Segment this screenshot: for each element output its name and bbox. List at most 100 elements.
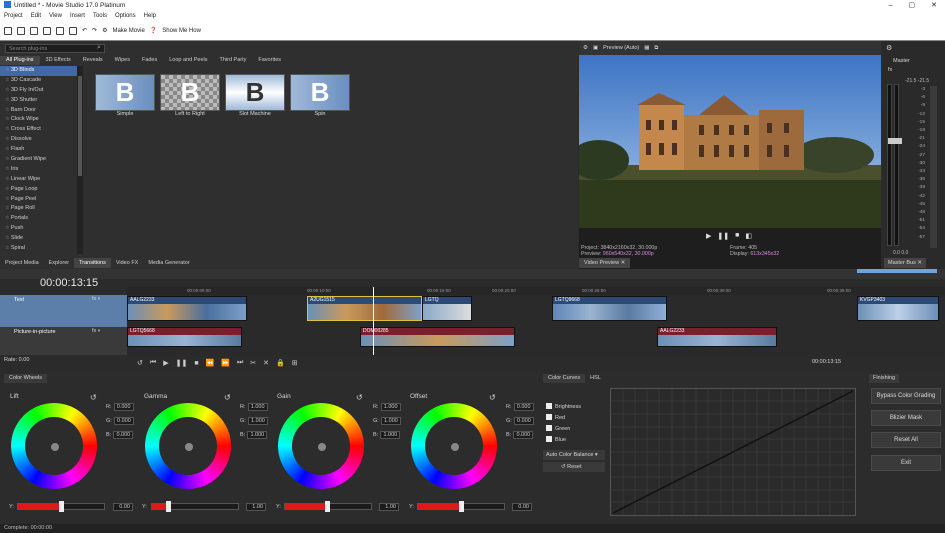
menu-insert[interactable]: Insert — [70, 11, 85, 21]
list-item[interactable]: Linear Wipe — [0, 175, 83, 185]
prev-frame-icon[interactable]: ⏪ — [206, 359, 215, 367]
list-scrollbar[interactable] — [77, 66, 83, 254]
list-item[interactable]: Iris — [0, 165, 83, 175]
curves-reset-button[interactable]: ↺ Reset — [543, 462, 605, 472]
tab-transitions[interactable]: Transitions — [74, 258, 111, 268]
timeline-clip[interactable]: LGTQ9668 — [552, 296, 667, 321]
timeline-clip[interactable]: LGTQ5668 — [127, 327, 242, 347]
rewind-icon[interactable]: ⏮ — [150, 359, 156, 367]
tab-finishing[interactable]: Finishing — [869, 374, 900, 383]
thumb-slot-machine[interactable]: B Slot Machine — [225, 74, 285, 117]
tab-loop-and-peels[interactable]: Loop and Peels — [163, 56, 213, 65]
track-pip-header[interactable]: Picture-in-picture fx ◐ — [0, 327, 127, 355]
close-button[interactable]: ✕ — [931, 0, 937, 11]
split-icon[interactable]: ✂ — [250, 359, 256, 367]
list-item[interactable]: Page Roll — [0, 204, 83, 214]
tab-3d-effects[interactable]: 3D Effects — [40, 56, 77, 65]
tab-master-bus[interactable]: Master Bus ✕ — [884, 258, 926, 268]
menu-view[interactable]: View — [49, 11, 62, 21]
menu-project[interactable]: Project — [4, 11, 23, 21]
menu-options[interactable]: Options — [115, 11, 136, 21]
gamma-y-slider[interactable] — [151, 503, 239, 510]
wheel-handle[interactable] — [51, 443, 59, 451]
exit-button[interactable]: Exit — [871, 455, 941, 471]
list-item[interactable]: 3D Shutter — [0, 96, 83, 106]
slider-handle[interactable] — [459, 501, 464, 512]
slider-handle[interactable] — [325, 501, 330, 512]
list-item[interactable]: Flash — [0, 145, 83, 155]
timeline-clip[interactable]: AALG2233 — [657, 327, 777, 347]
offset-y-value[interactable]: 0.00 — [512, 503, 532, 511]
reset-all-button[interactable]: Reset All — [871, 432, 941, 448]
gamma-y-value[interactable]: 1.00 — [246, 503, 266, 511]
timeline-clip[interactable]: AALG2233 — [127, 296, 247, 321]
lift-y-value[interactable]: 0.00 — [113, 503, 133, 511]
snap-icon[interactable]: ⊞ — [292, 359, 298, 367]
new-project-icon[interactable] — [4, 26, 12, 35]
stop-icon[interactable]: ■ — [735, 232, 739, 240]
list-item[interactable]: Portals — [0, 214, 83, 224]
tab-media-generator[interactable]: Media Generator — [143, 258, 194, 268]
thumb-left-to-right[interactable]: B Left to Right — [160, 74, 220, 117]
list-item[interactable]: Clock Wipe — [0, 115, 83, 125]
timeline-ruler[interactable]: 00:00:05:00 00:00:10:00 00:00:15:00 00:0… — [127, 287, 945, 295]
list-item[interactable]: 3D Fly In/Out — [0, 86, 83, 96]
pause-icon[interactable]: ❚❚ — [176, 359, 188, 367]
tab-video-fx[interactable]: Video FX — [111, 258, 144, 268]
gain-y-value[interactable]: 1.00 — [379, 503, 399, 511]
timeline-clip[interactable]: KVGP3403 — [857, 296, 939, 321]
list-item[interactable]: Page Peel — [0, 195, 83, 205]
playhead[interactable] — [373, 287, 374, 355]
fx-icon[interactable]: fx ◐ — [92, 328, 101, 334]
show-me-how-button[interactable]: Show Me How — [162, 28, 201, 34]
split-screen-icon[interactable]: ▣ — [593, 45, 598, 51]
tab-third-party[interactable]: Third Party — [213, 56, 252, 65]
list-item[interactable]: Push — [0, 224, 83, 234]
tab-wipes[interactable]: Wipes — [109, 56, 136, 65]
pause-icon[interactable]: ❚❚ — [717, 232, 729, 240]
slider-handle[interactable] — [166, 501, 171, 512]
check-green[interactable]: Green — [546, 424, 581, 435]
undo-icon[interactable]: ↶ — [82, 27, 87, 34]
tab-fades[interactable]: Fades — [136, 56, 163, 65]
list-item[interactable]: Spiral — [0, 244, 83, 254]
check-brightness[interactable]: Brightness — [546, 402, 581, 413]
tab-reveals[interactable]: Reveals — [77, 56, 109, 65]
lock-icon[interactable]: 🔒 — [276, 359, 285, 367]
curve-graph[interactable] — [610, 388, 856, 516]
timeline-clip[interactable]: DOM00285 — [360, 327, 515, 347]
save-icon[interactable] — [30, 26, 38, 35]
reset-icon[interactable]: ↺ — [356, 393, 363, 402]
master-fader[interactable] — [888, 138, 902, 144]
copy-icon[interactable]: ⧉ — [654, 45, 658, 52]
minimize-button[interactable]: – — [889, 0, 893, 11]
stop-icon[interactable]: ■ — [194, 360, 198, 367]
reset-icon[interactable]: ↺ — [224, 393, 231, 402]
tab-project-media[interactable]: Project Media — [0, 258, 44, 268]
tab-color-curves[interactable]: Color Curves — [543, 374, 586, 383]
list-item[interactable]: 3D Cascade — [0, 76, 83, 86]
list-item[interactable]: 3D Blinds — [0, 66, 83, 76]
list-item[interactable]: Dissolve — [0, 135, 83, 145]
search-icon[interactable]: ⌕ — [97, 44, 101, 52]
wheel-handle[interactable] — [185, 443, 193, 451]
gear-icon[interactable] — [43, 26, 51, 35]
tab-favorites[interactable]: Favorites — [252, 56, 287, 65]
list-item[interactable]: Slide — [0, 234, 83, 244]
thumb-spin[interactable]: B Spin — [290, 74, 350, 117]
timeline-scroll-indicator[interactable] — [857, 269, 937, 273]
play-icon[interactable]: ▶ — [706, 232, 711, 240]
check-blue[interactable]: Blue — [546, 435, 581, 446]
check-red[interactable]: Red — [546, 413, 581, 424]
next-frame-icon[interactable]: ⏩ — [221, 359, 230, 367]
wheel-handle[interactable] — [451, 443, 459, 451]
loop-icon[interactable]: ↺ — [137, 359, 143, 367]
end-icon[interactable]: ⏭ — [237, 359, 243, 367]
bezier-mask-button[interactable]: Blizier Mask — [871, 410, 941, 426]
thumb-simple[interactable]: B Simple — [95, 74, 155, 117]
list-item[interactable]: Page Loop — [0, 185, 83, 195]
list-item[interactable]: Barn Door — [0, 106, 83, 116]
grid-icon[interactable]: ▦ — [644, 45, 649, 51]
delete-icon[interactable] — [69, 26, 77, 35]
tab-color-wheels[interactable]: Color Wheels — [4, 374, 48, 383]
